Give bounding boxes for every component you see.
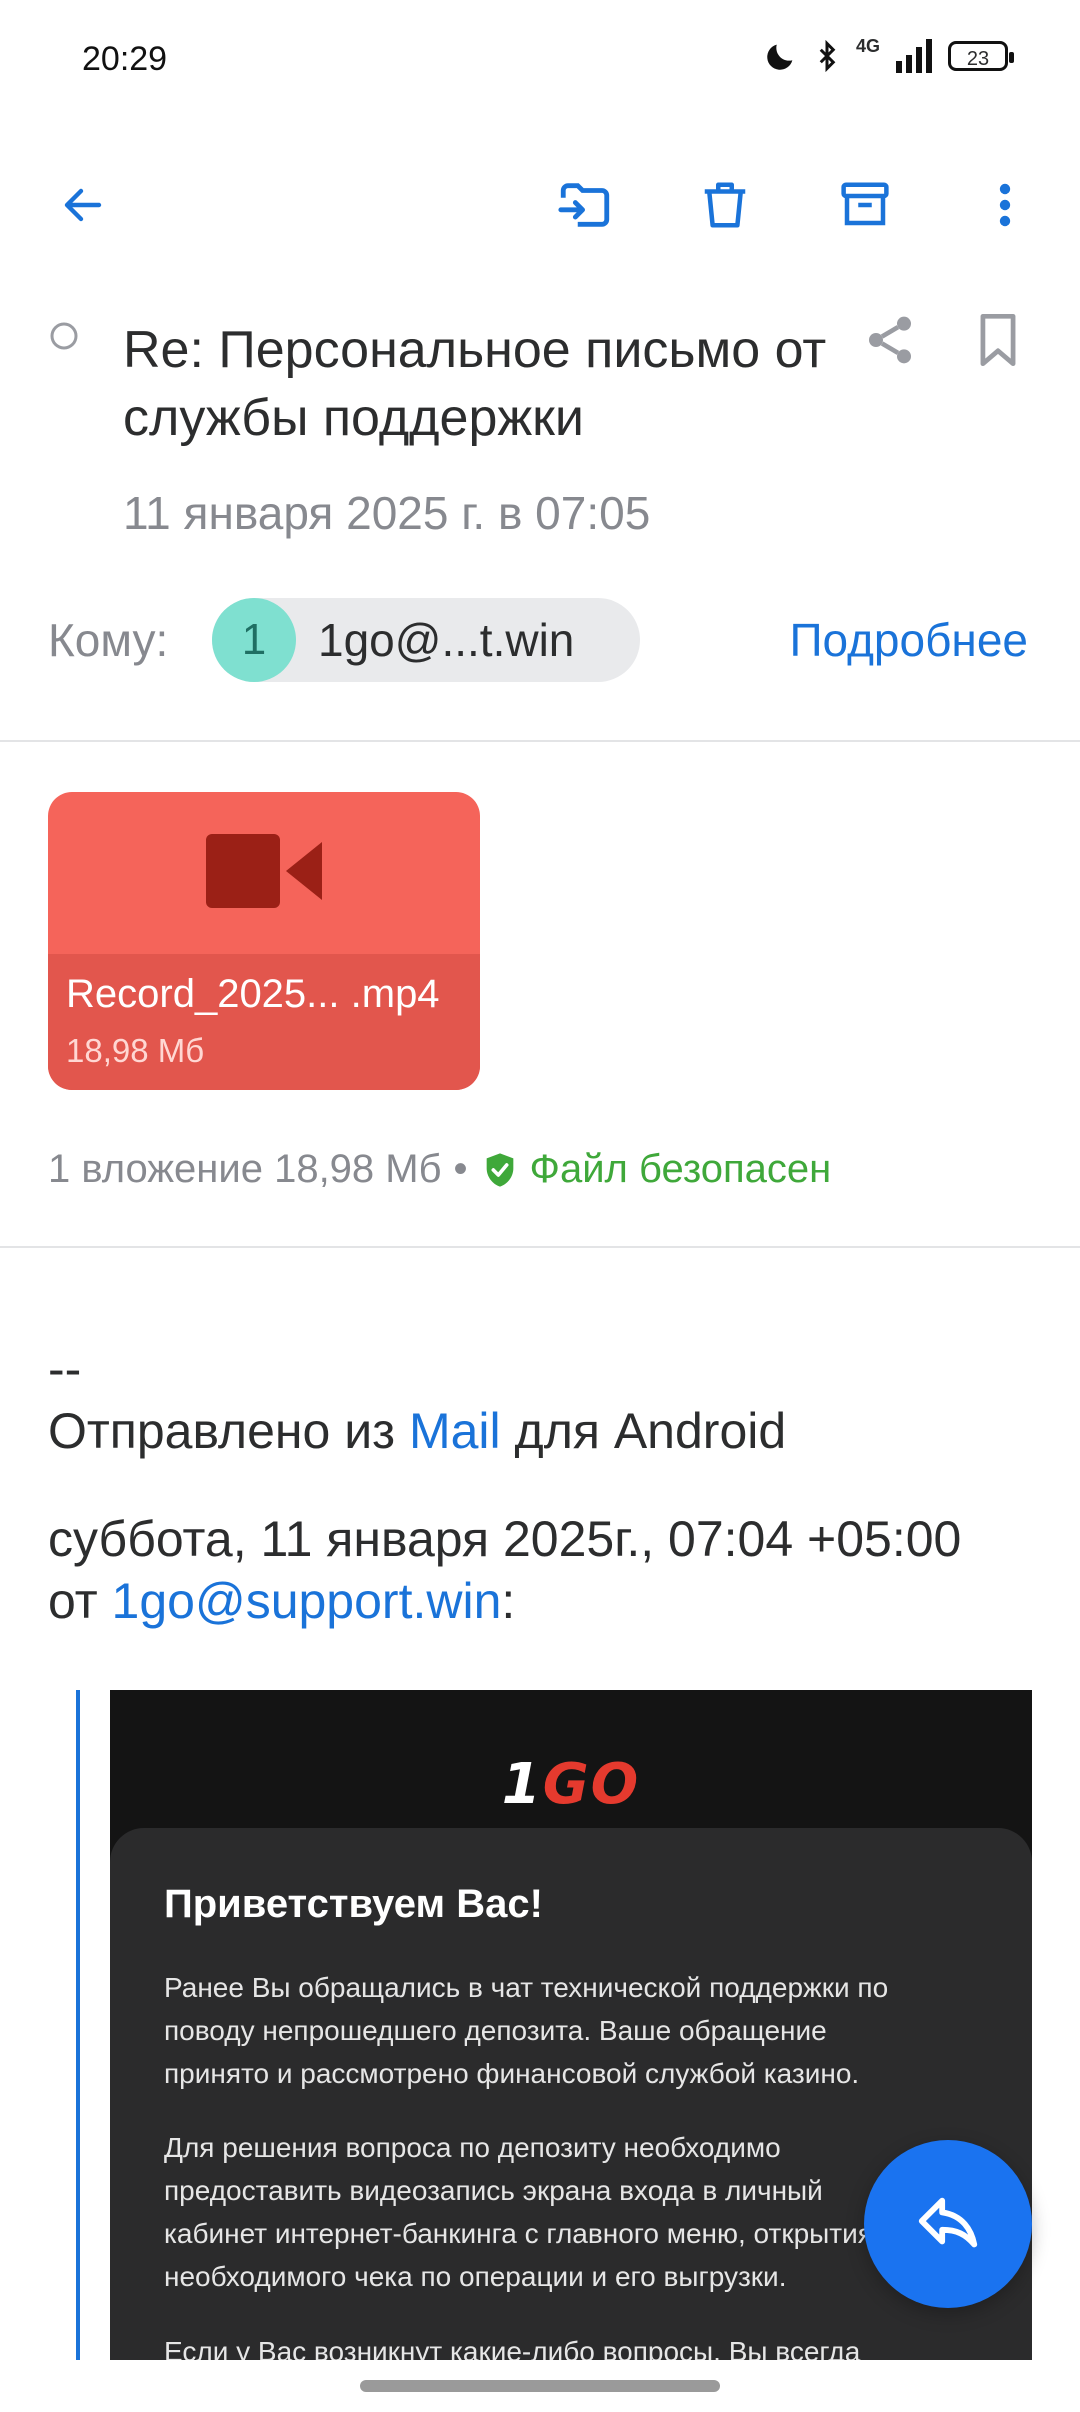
recipient-address: 1go@...t.win	[318, 614, 575, 666]
share-icon[interactable]	[862, 312, 918, 368]
archive-button[interactable]	[830, 170, 900, 240]
battery-icon: 23	[948, 41, 1014, 71]
bookmark-icon[interactable]	[972, 312, 1024, 368]
greeting-heading: Приветствуем Вас!	[164, 1882, 543, 1926]
email-subject: Re: Персональное письмо от службы поддер…	[123, 321, 827, 447]
bluetooth-icon	[819, 39, 836, 73]
trash-icon	[704, 182, 746, 228]
archive-icon	[841, 182, 889, 226]
from-colon: :	[501, 1573, 516, 1629]
file-safe-label: Файл безопасен	[529, 1147, 832, 1191]
paragraph-1: Ранее Вы обращались в чат технической по…	[164, 1972, 889, 2089]
logo-one: 1	[501, 1752, 543, 1817]
delete-button[interactable]	[690, 170, 760, 240]
move-to-folder-button[interactable]	[550, 170, 620, 240]
attachment-summary: 1 вложение 18,98 Мб • Файл безопасен	[48, 1147, 831, 1192]
status-time: 20:29	[82, 40, 168, 78]
video-icon	[206, 834, 322, 908]
network-4g-label: 4G	[855, 35, 880, 56]
mail-app-link[interactable]: Mail	[409, 1403, 501, 1459]
signature-dashes: --	[48, 1341, 82, 1397]
quote-header-date: суббота, 11 января 2025г., 07:04 +05:00	[48, 1511, 962, 1567]
signal-icon	[896, 39, 932, 73]
attachment-count: 1 вложение 18,98 Мб	[48, 1147, 442, 1191]
details-link[interactable]: Подробнее	[789, 613, 1028, 667]
arrow-left-icon	[64, 188, 102, 222]
reply-icon	[918, 2197, 978, 2248]
unread-toggle-icon[interactable]	[48, 320, 80, 352]
paragraph-2: Для решения вопроса по депозиту необходи…	[164, 2132, 873, 2292]
reply-button[interactable]	[864, 2140, 1032, 2308]
separator-dot: •	[453, 1147, 468, 1191]
folder-move-icon	[558, 183, 610, 227]
sent-from-line: Отправлено из Mail для Android	[48, 1402, 786, 1460]
more-vertical-icon	[999, 183, 1011, 227]
moon-icon	[767, 44, 793, 70]
status-icons: 4G 23	[764, 35, 1014, 74]
from-prefix: от	[48, 1573, 112, 1629]
avatar: 1	[212, 598, 296, 682]
battery-level: 23	[966, 48, 990, 70]
email-date: 11 января 2025 г. в 07:05	[123, 487, 651, 539]
shield-check-icon	[486, 1152, 513, 1187]
paragraph-3: Если у Вас возникнут какие-либо вопросы,…	[164, 2336, 861, 2360]
more-button[interactable]	[970, 170, 1040, 240]
divider	[0, 1246, 1080, 1248]
back-button[interactable]	[48, 170, 118, 240]
sent-from-prefix: Отправлено из	[48, 1403, 409, 1459]
sender-email-link[interactable]: 1go@support.win	[112, 1573, 502, 1629]
home-indicator[interactable]	[360, 2380, 720, 2392]
quote-bar	[76, 1690, 80, 2360]
divider	[0, 740, 1080, 742]
brand-logo: 1GO	[110, 1752, 1032, 1817]
attachment-name: Record_2025... .mp4	[66, 972, 440, 1016]
attachment-size: 18,98 Мб	[66, 1032, 205, 1069]
sent-from-suffix: для Android	[500, 1403, 787, 1459]
logo-go: GO	[542, 1752, 641, 1817]
to-label: Кому:	[48, 614, 169, 666]
quote-header-from: от 1go@support.win:	[48, 1572, 515, 1630]
